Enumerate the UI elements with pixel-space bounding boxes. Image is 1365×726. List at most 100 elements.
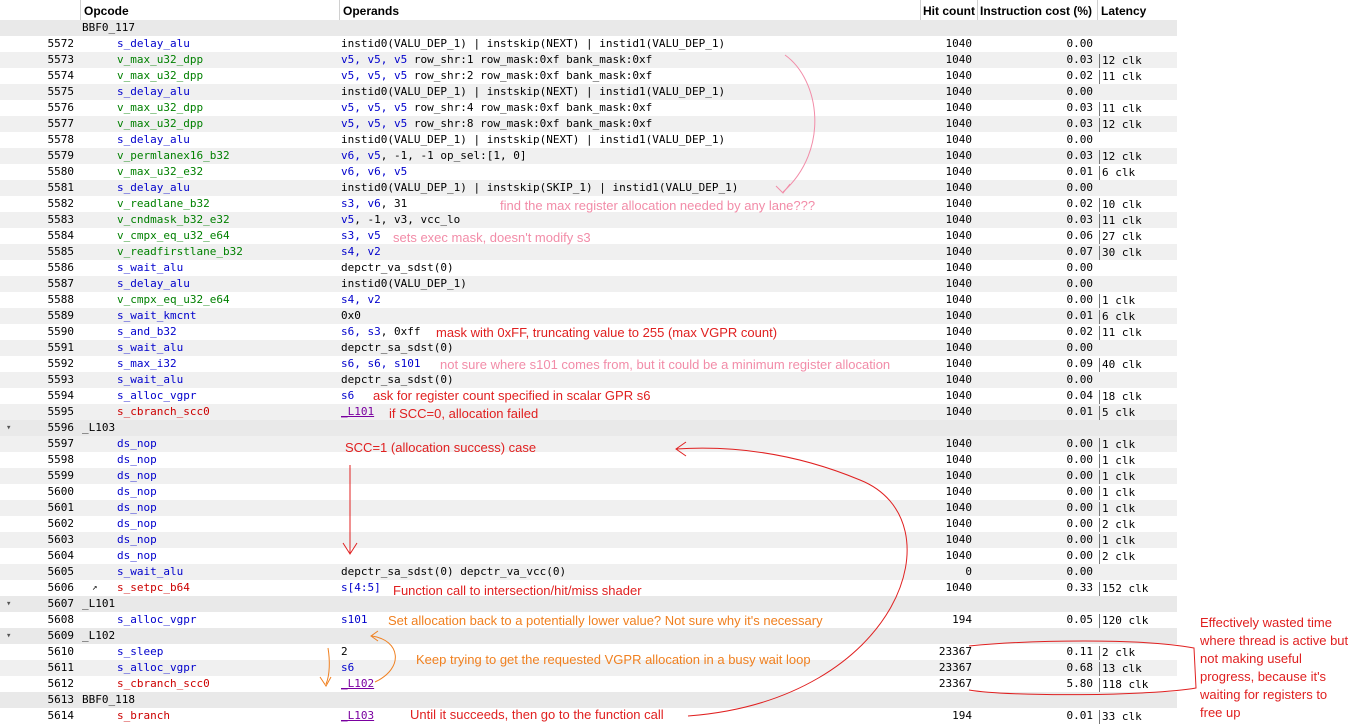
table-row[interactable]: 5595 s_cbranch_scc0 _L101 1040 0.01 5 clk — [0, 404, 1177, 420]
label-row[interactable]: ▾ 5607 _L101 — [0, 596, 1177, 612]
line-number: 5603 — [47, 533, 75, 546]
annotation-wasted-time: Effectively wasted time where thread is … — [1200, 615, 1349, 720]
table-row[interactable]: 5602 ds_nop 1040 0.00 2 clk — [0, 516, 1177, 532]
label-row[interactable]: 5613 BBF0_118 — [0, 692, 1177, 708]
table-row[interactable]: 5580 v_max_u32_e32 v6, v6, v5 1040 0.01 6 clk — [0, 164, 1177, 180]
line-number: 5581 — [47, 181, 75, 194]
hit-count: 23367 — [938, 645, 972, 658]
hit-count: 1040 — [945, 133, 973, 146]
latency: 1 clk — [1099, 502, 1135, 516]
table-row[interactable]: 5583 v_cndmask_b32_e32 v5, -1, v3, vcc_lo 1… — [0, 212, 1177, 228]
table-row[interactable]: 5575 s_delay_alu instid0(VALU_DEP_1) | ins… — [0, 84, 1177, 100]
header-hit-count[interactable]: Hit count — [923, 4, 975, 18]
opcode: s_and_b32 — [117, 325, 177, 338]
annotation-s101: not sure where s101 comes from, but it c… — [440, 357, 891, 372]
table-row[interactable]: 5589 s_wait_kmcnt 0x0 1040 0.01 6 clk — [0, 308, 1177, 324]
register-operands: s4, v2 — [341, 245, 381, 258]
instruction-cost: 0.00 — [1066, 293, 1094, 306]
opcode: v_max_u32_dpp — [117, 69, 204, 82]
latency: 118 clk — [1099, 678, 1148, 692]
hit-count: 1040 — [945, 85, 973, 98]
table-row[interactable]: 5599 ds_nop 1040 0.00 1 clk — [0, 468, 1177, 484]
block-label: _L101 — [82, 597, 116, 610]
operand-text: instid0(VALU_DEP_1) | instskip(NEXT) | i… — [341, 37, 726, 50]
line-number: 5578 — [47, 133, 75, 146]
table-row[interactable]: 5593 s_wait_alu depctr_sa_sdst(0) 1040 0.00 — [0, 372, 1177, 388]
hit-count: 1040 — [945, 197, 973, 210]
instruction-cost: 0.00 — [1066, 485, 1094, 498]
annotation-until-succeeds: Until it succeeds, then go to the functi… — [410, 707, 664, 722]
branch-target-link[interactable]: _L103 — [341, 709, 374, 722]
column-separator[interactable] — [977, 0, 978, 22]
operands: depctr_va_sdst(0) — [341, 260, 454, 276]
block-label: BBF0_117 — [82, 21, 135, 34]
table-row[interactable]: 5585 v_readfirstlane_b32 s4, v2 1040 0.07 30 … — [0, 244, 1177, 260]
table-row[interactable]: 5572 s_delay_alu instid0(VALU_DEP_1) | ins… — [0, 36, 1177, 52]
branch-target-link[interactable]: _L101 — [341, 405, 374, 418]
hit-count: 1040 — [945, 437, 973, 450]
header-operands[interactable]: Operands — [343, 4, 399, 18]
instruction-cost: 0.00 — [1066, 469, 1094, 482]
latency: 1 clk — [1099, 534, 1135, 548]
table-row[interactable]: 5573 v_max_u32_dpp v5, v5, v5 row_shr:1 ro… — [0, 52, 1177, 68]
operands: instid0(VALU_DEP_1) — [341, 276, 467, 292]
line-number: 5572 — [47, 37, 75, 50]
table-row[interactable]: 5604 ds_nop 1040 0.00 2 clk — [0, 548, 1177, 564]
table-row[interactable]: 5574 v_max_u32_dpp v5, v5, v5 row_shr:2 ro… — [0, 68, 1177, 84]
branch-target-link[interactable]: _L102 — [341, 677, 374, 690]
operands: s6, s3, 0xff — [341, 324, 421, 340]
table-row[interactable]: 5587 s_delay_alu instid0(VALU_DEP_1) 1040 0.… — [0, 276, 1177, 292]
register-operands: v5 — [341, 213, 355, 226]
hit-count: 1040 — [945, 389, 973, 402]
annotation-exec-mask: sets exec mask, doesn't modify s3 — [393, 230, 591, 245]
line-number: 5597 — [47, 437, 75, 450]
latency: 40 clk — [1099, 358, 1142, 372]
line-number: 5574 — [47, 69, 75, 82]
opcode: s_delay_alu — [117, 181, 190, 194]
line-number: 5599 — [47, 469, 75, 482]
table-row[interactable]: 5579 v_permlanex16_b32 v6, v5, -1, -1 op_s… — [0, 148, 1177, 164]
latency: 11 clk — [1099, 326, 1142, 340]
register-operands: v5, v5, v5 — [341, 101, 408, 114]
table-row[interactable]: 5588 v_cmpx_eq_u32_e64 s4, v2 1040 0.00 1 clk — [0, 292, 1177, 308]
hit-count: 1040 — [945, 341, 973, 354]
table-row[interactable]: 5598 ds_nop 1040 0.00 1 clk — [0, 452, 1177, 468]
header-latency[interactable]: Latency — [1101, 4, 1146, 18]
line-number: 5582 — [47, 197, 75, 210]
instruction-cost: 0.00 — [1066, 437, 1094, 450]
label-row[interactable]: BBF0_117 — [0, 20, 1177, 36]
latency: 11 clk — [1099, 70, 1142, 84]
label-row[interactable]: ▾ 5596 _L103 — [0, 420, 1177, 436]
table-row[interactable]: 5578 s_delay_alu instid0(VALU_DEP_1) | ins… — [0, 132, 1177, 148]
register-operands: s3, v6 — [341, 197, 381, 210]
label-row[interactable]: ▾ 5609 _L102 — [0, 628, 1177, 644]
hit-count: 1040 — [945, 293, 973, 306]
column-separator[interactable] — [339, 0, 340, 22]
table-row[interactable]: 5576 v_max_u32_dpp v5, v5, v5 row_shr:4 ro… — [0, 100, 1177, 116]
instruction-cost: 0.00 — [1066, 501, 1094, 514]
operand-text: instid0(VALU_DEP_1) — [341, 277, 467, 290]
opcode: s_cbranch_scc0 — [117, 677, 210, 690]
table-row[interactable]: 5601 ds_nop 1040 0.00 1 clk — [0, 500, 1177, 516]
column-separator[interactable] — [80, 0, 81, 22]
table-row[interactable]: 5586 s_wait_alu depctr_va_sdst(0) 1040 0.00 — [0, 260, 1177, 276]
table-row[interactable]: 5577 v_max_u32_dpp v5, v5, v5 row_shr:8 ro… — [0, 116, 1177, 132]
table-row[interactable]: 5591 s_wait_alu depctr_sa_sdst(0) 1040 0.00 — [0, 340, 1177, 356]
annotation-set-back: Set allocation back to a potentially low… — [388, 613, 823, 628]
column-separator[interactable] — [1097, 0, 1098, 22]
table-row[interactable]: 5612 s_cbranch_scc0 _L102 23367 5.80 118 clk — [0, 676, 1177, 692]
table-row[interactable]: 5597 ds_nop 1040 0.00 1 clk — [0, 436, 1177, 452]
table-row[interactable]: 5581 s_delay_alu instid0(VALU_DEP_1) | ins… — [0, 180, 1177, 196]
latency: 6 clk — [1099, 310, 1135, 324]
hit-count: 1040 — [945, 213, 973, 226]
column-separator[interactable] — [920, 0, 921, 22]
header-opcode[interactable]: Opcode — [84, 4, 129, 18]
table-row[interactable]: 5600 ds_nop 1040 0.00 1 clk — [0, 484, 1177, 500]
hit-count: 194 — [952, 613, 972, 626]
table-row[interactable]: 5603 ds_nop 1040 0.00 1 clk — [0, 532, 1177, 548]
table-row[interactable]: 5605 s_wait_alu depctr_sa_sdst(0) depctr_v… — [0, 564, 1177, 580]
header-instruction-cost[interactable]: Instruction cost (%) — [980, 4, 1092, 18]
line-number: 5592 — [47, 357, 75, 370]
operands: instid0(VALU_DEP_1) | instskip(NEXT) | i… — [341, 84, 725, 100]
annotation-max-register: find the max register allocation needed … — [500, 198, 816, 213]
